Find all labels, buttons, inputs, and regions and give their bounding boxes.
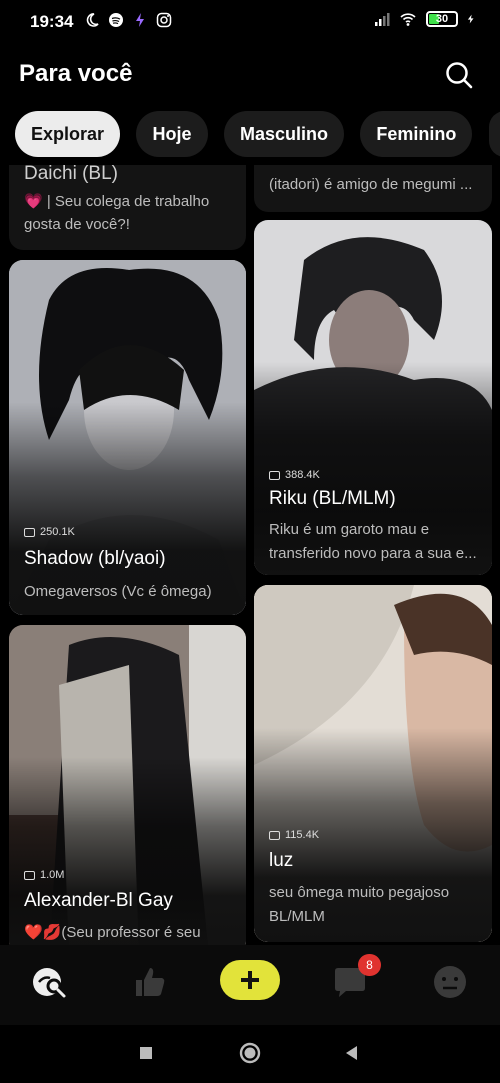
spotify-icon	[109, 13, 123, 27]
card-gradient	[9, 757, 246, 945]
chat-count-icon	[269, 830, 280, 840]
likes-icon[interactable]	[130, 962, 170, 1002]
tab-explorar[interactable]: Explorar	[15, 111, 121, 157]
chat-count-icon	[24, 527, 35, 537]
wifi-icon	[400, 13, 416, 26]
chat-count-icon	[24, 870, 35, 880]
character-description: (itadori) é amigo de megumi ...	[269, 176, 473, 193]
character-description-line2: transferido novo para a sua e...	[269, 545, 477, 562]
interaction-count: 250.1K	[24, 526, 75, 538]
plus-icon	[241, 971, 259, 989]
status-time: 19:34	[30, 12, 74, 31]
explore-icon[interactable]	[30, 962, 70, 1002]
chat-badge: 8	[358, 954, 381, 976]
interaction-count: 1.0M	[24, 869, 64, 881]
signal-icon	[375, 13, 390, 26]
character-name: Riku (BL/MLM)	[269, 488, 396, 509]
status-bar: 19:34 30	[0, 0, 500, 44]
recents-icon[interactable]	[134, 1041, 158, 1065]
back-icon[interactable]	[340, 1041, 364, 1065]
character-feed: Daichi (BL) 💗 | Seu colega de trabalho g…	[0, 165, 500, 945]
count-value: 250.1K	[40, 526, 75, 538]
character-name: Shadow (bl/yaoi)	[24, 548, 166, 569]
character-description-line2: BL/MLM	[269, 908, 325, 925]
character-description: ❤️💋(Seu professor é seu	[24, 924, 201, 941]
create-button[interactable]	[220, 960, 280, 1000]
page-title: Para você	[19, 60, 133, 87]
character-card-itadori[interactable]: (itadori) é amigo de megumi ...	[254, 165, 492, 212]
instagram-icon	[156, 12, 172, 28]
character-name: luz	[269, 850, 294, 871]
character-description: Omegaversos (Vc é ômega)	[24, 583, 212, 600]
search-icon[interactable]	[444, 60, 474, 90]
battery-icon: 30	[426, 11, 458, 27]
profile-icon[interactable]	[430, 962, 470, 1002]
charging-icon	[467, 14, 474, 24]
tab-hoje[interactable]: Hoje	[136, 111, 208, 157]
tab-masculino[interactable]: Masculino	[223, 111, 344, 157]
interaction-count: 115.4K	[269, 829, 319, 841]
tab-feminino[interactable]: Feminino	[360, 111, 473, 157]
character-name: Daichi (BL)	[24, 165, 118, 184]
bottom-nav: 8	[0, 945, 500, 1025]
character-card-daichi[interactable]: Daichi (BL) 💗 | Seu colega de trabalho g…	[9, 165, 246, 250]
character-card-luz[interactable]: 115.4K luz seu ômega muito pegajoso BL/M…	[254, 585, 492, 942]
home-icon[interactable]	[238, 1041, 262, 1065]
battery-level: 30	[435, 13, 449, 25]
tab-more[interactable]	[488, 111, 500, 157]
character-description-line2: gosta de você?!	[24, 216, 130, 233]
interaction-count: 388.4K	[269, 469, 320, 481]
count-value: 388.4K	[285, 469, 320, 481]
category-tabs: Explorar Hoje Masculino Feminino	[15, 111, 500, 157]
chat-count-icon	[269, 470, 280, 480]
count-value: 1.0M	[40, 869, 65, 881]
character-card-riku[interactable]: 388.4K Riku (BL/MLM) Riku é um garoto ma…	[254, 220, 492, 575]
character-card-alexander[interactable]: 1.0M Alexander-Bl Gay ❤️💋(Seu professor …	[9, 625, 246, 945]
count-value: 115.4K	[285, 829, 320, 841]
system-nav-bar	[0, 1025, 500, 1083]
moon-icon	[86, 13, 99, 27]
character-name: Alexander-Bl Gay	[24, 890, 173, 911]
character-description: seu ômega muito pegajoso	[269, 884, 450, 901]
character-description: 💗 | Seu colega de trabalho	[24, 193, 210, 210]
app-icon	[136, 13, 144, 27]
character-description: Riku é um garoto mau e	[269, 521, 430, 538]
character-card-shadow[interactable]: 250.1K Shadow (bl/yaoi) Omegaversos (Vc …	[9, 260, 246, 615]
